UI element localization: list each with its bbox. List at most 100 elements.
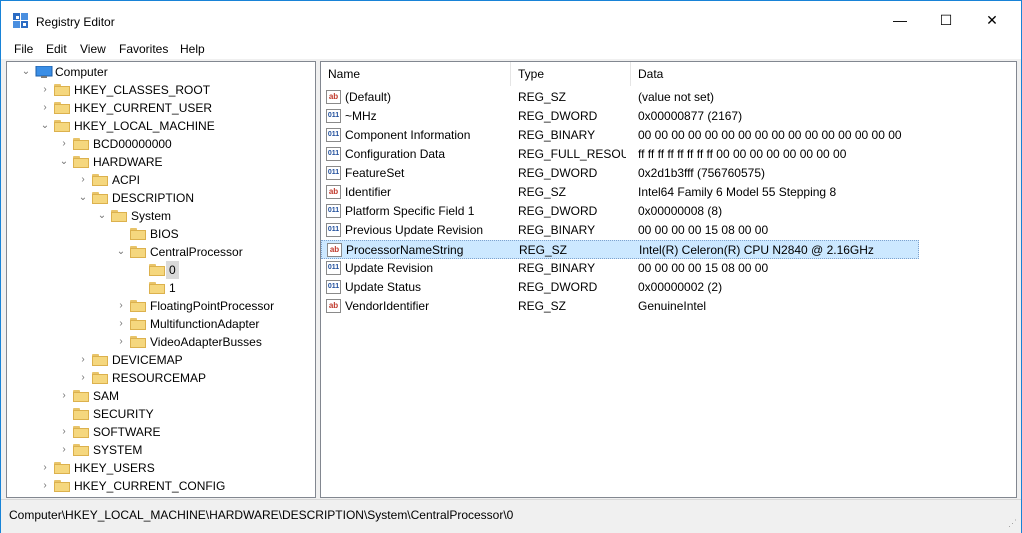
registry-tree-pane[interactable]: ⌄ Computer › HKEY_CLASSES_ROOT › HKEY_CURRENT… xyxy=(6,61,316,498)
tree-item[interactable]: › BCD00000000 xyxy=(7,135,307,153)
menu-view[interactable]: View xyxy=(80,42,106,56)
value-row[interactable]: ab VendorIdentifier REG_SZ GenuineIntel xyxy=(321,297,919,316)
tree-item[interactable]: SECURITY xyxy=(7,405,307,423)
folder-icon xyxy=(149,282,165,294)
tree-item-label: HKEY_LOCAL_MACHINE xyxy=(74,119,215,133)
value-data: 0x00000002 (2) xyxy=(638,280,723,294)
chevron-right-icon[interactable]: › xyxy=(115,315,127,333)
chevron-down-icon[interactable]: ⌄ xyxy=(77,189,89,207)
tree-item[interactable]: › HKEY_CURRENT_CONFIG xyxy=(7,477,307,495)
value-row[interactable]: 011 Platform Specific Field 1 REG_DWORD 0x0… xyxy=(321,202,919,221)
chevron-right-icon[interactable]: › xyxy=(115,333,127,351)
tree-item[interactable]: › HKEY_CLASSES_ROOT xyxy=(7,81,307,99)
tree-item[interactable]: › DEVICEMAP xyxy=(7,351,307,369)
chevron-right-icon[interactable]: › xyxy=(58,423,70,441)
menu-favorites[interactable]: Favorites xyxy=(119,42,168,56)
chevron-right-icon[interactable]: › xyxy=(77,171,89,189)
binary-value-icon: 011 xyxy=(326,223,341,237)
tree-item[interactable]: › SYSTEM xyxy=(7,441,307,459)
value-row[interactable]: ab ProcessorNameString REG_SZ Intel(R) Cele… xyxy=(321,240,919,259)
tree-item[interactable]: BIOS xyxy=(7,225,307,243)
tree-item[interactable]: ⌄ CentralProcessor xyxy=(7,243,307,261)
tree-item[interactable]: ⌄ System xyxy=(7,207,307,225)
value-row[interactable]: 011 Update Revision REG_BINARY 00 00 00 00 … xyxy=(321,259,919,278)
binary-value-icon: 011 xyxy=(326,261,341,275)
maximize-button[interactable]: ☐ xyxy=(923,1,969,39)
tree-item-label: 1 xyxy=(169,281,176,295)
folder-icon xyxy=(73,408,89,420)
folder-icon xyxy=(149,264,165,276)
resize-grip-icon[interactable]: ⋰ xyxy=(1008,518,1017,529)
menu-help[interactable]: Help xyxy=(180,42,205,56)
value-row[interactable]: 011 FeatureSet REG_DWORD 0x2d1b3fff (756760… xyxy=(321,164,919,183)
value-row[interactable]: 011 Update Status REG_DWORD 0x00000002 (2) xyxy=(321,278,919,297)
tree-item-label: HKEY_CURRENT_CONFIG xyxy=(74,479,226,493)
tree-item[interactable]: › HKEY_USERS xyxy=(7,459,307,477)
tree-item-label: HKEY_CLASSES_ROOT xyxy=(74,83,211,97)
close-button[interactable]: ✕ xyxy=(969,1,1015,39)
value-row[interactable]: 011 Configuration Data REG_FULL_RESOU... ff… xyxy=(321,145,919,164)
binary-value-icon: 011 xyxy=(326,109,341,123)
chevron-right-icon[interactable]: › xyxy=(39,477,51,495)
value-data: 0x2d1b3fff (756760575) xyxy=(638,166,766,180)
chevron-right-icon[interactable]: › xyxy=(39,459,51,477)
value-row[interactable]: 011 Component Information REG_BINARY 00 00 … xyxy=(321,126,919,145)
chevron-down-icon[interactable]: ⌄ xyxy=(96,207,108,225)
minimize-button[interactable]: — xyxy=(877,1,923,39)
folder-icon xyxy=(92,174,108,186)
tree-item[interactable]: 0 xyxy=(7,261,307,279)
title-bar[interactable]: Registry Editor — ☐ ✕ xyxy=(1,1,1021,39)
value-data: ff ff ff ff ff ff ff ff 00 00 00 00 00 0… xyxy=(638,147,847,161)
tree-item[interactable]: ⌄ DESCRIPTION xyxy=(7,189,307,207)
chevron-down-icon[interactable]: ⌄ xyxy=(115,243,127,261)
computer-icon xyxy=(35,66,53,78)
tree-item[interactable]: › SAM xyxy=(7,387,307,405)
tree-item[interactable]: › MultifunctionAdapter xyxy=(7,315,307,333)
value-row[interactable]: 011 Previous Update Revision REG_BINARY 00 … xyxy=(321,221,919,240)
value-row[interactable]: 011 ~MHz REG_DWORD 0x00000877 (2167) xyxy=(321,107,919,126)
chevron-right-icon[interactable]: › xyxy=(58,135,70,153)
value-type: REG_DWORD xyxy=(518,166,598,180)
tree-item[interactable]: 1 xyxy=(7,279,307,297)
tree-item-label: SOFTWARE xyxy=(93,425,161,439)
value-type: REG_BINARY xyxy=(518,261,596,275)
tree-item-label: Computer xyxy=(55,65,108,79)
value-row[interactable]: ab Identifier REG_SZ Intel64 Family 6 Model… xyxy=(321,183,919,202)
chevron-right-icon[interactable]: › xyxy=(39,81,51,99)
value-row[interactable]: ab (Default) REG_SZ (value not set) xyxy=(321,88,919,107)
value-type: REG_BINARY xyxy=(518,128,596,142)
column-header-data[interactable]: Data xyxy=(631,62,1011,86)
menu-file[interactable]: File xyxy=(14,42,33,56)
tree-item[interactable]: › RESOURCEMAP xyxy=(7,369,307,387)
tree-item-label: HARDWARE xyxy=(93,155,163,169)
chevron-down-icon[interactable]: ⌄ xyxy=(58,153,70,171)
binary-value-icon: 011 xyxy=(326,128,341,142)
tree-item[interactable]: › HKEY_CURRENT_USER xyxy=(7,99,307,117)
tree-item[interactable]: ⌄ HARDWARE xyxy=(7,153,307,171)
folder-icon xyxy=(54,462,70,474)
tree-item-label: System xyxy=(131,209,172,223)
tree-item[interactable]: ⌄ HKEY_LOCAL_MACHINE xyxy=(7,117,307,135)
tree-item[interactable]: ⌄ Computer xyxy=(7,63,307,81)
tree-item[interactable]: › VideoAdapterBusses xyxy=(7,333,307,351)
chevron-right-icon[interactable]: › xyxy=(77,369,89,387)
value-name: ~MHz xyxy=(345,109,377,123)
chevron-right-icon[interactable]: › xyxy=(58,387,70,405)
value-data: (value not set) xyxy=(638,90,715,104)
main-panes: ⌄ Computer › HKEY_CLASSES_ROOT › HKEY_CURRENT… xyxy=(1,59,1021,499)
tree-item-label: BCD00000000 xyxy=(93,137,172,151)
chevron-down-icon[interactable]: ⌄ xyxy=(39,117,51,135)
chevron-right-icon[interactable]: › xyxy=(77,351,89,369)
menu-edit[interactable]: Edit xyxy=(46,42,67,56)
chevron-right-icon[interactable]: › xyxy=(39,99,51,117)
column-header-name[interactable]: Name xyxy=(321,62,511,86)
tree-item[interactable]: › ACPI xyxy=(7,171,307,189)
chevron-right-icon[interactable]: › xyxy=(115,297,127,315)
tree-item-label: HKEY_USERS xyxy=(74,461,155,475)
chevron-right-icon[interactable]: › xyxy=(58,441,70,459)
tree-item[interactable]: › SOFTWARE xyxy=(7,423,307,441)
tree-item[interactable]: › FloatingPointProcessor xyxy=(7,297,307,315)
column-header-type[interactable]: Type xyxy=(511,62,631,86)
chevron-down-icon[interactable]: ⌄ xyxy=(20,63,32,81)
registry-values-pane[interactable]: Name Type Data ab (Default) REG_SZ (value n… xyxy=(320,61,1017,498)
